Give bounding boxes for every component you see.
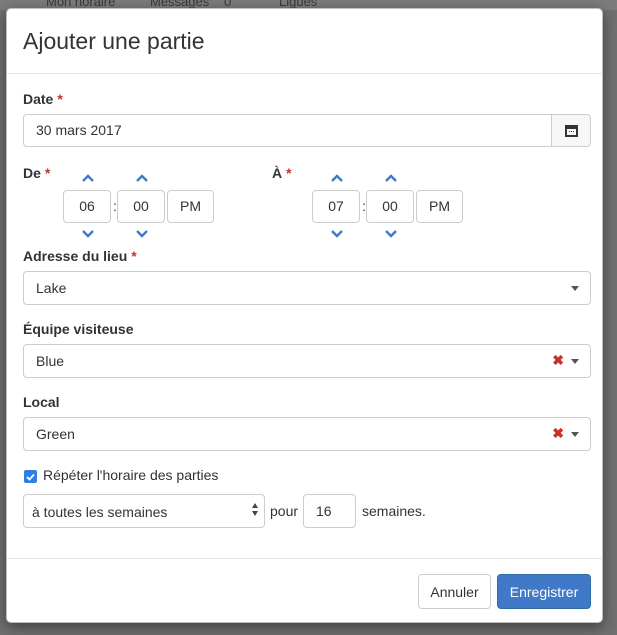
modal-title: Ajouter une partie (23, 28, 205, 54)
to-hour-up-icon[interactable] (330, 173, 344, 183)
from-meridian-button[interactable]: PM (167, 190, 214, 223)
modal-footer (7, 558, 602, 559)
visiting-team-label: Équipe visiteuse (23, 321, 134, 337)
repeat-label[interactable]: Répéter l'horaire des parties (43, 467, 218, 483)
weeks-label: semaines. (362, 503, 426, 519)
check-icon (26, 473, 35, 481)
clear-icon[interactable]: ✖ (552, 352, 564, 369)
up-down-arrows-icon (252, 503, 258, 516)
to-minute-down-icon[interactable] (384, 229, 398, 239)
chevron-down-icon (571, 432, 579, 437)
from-minute-up-icon[interactable] (135, 173, 149, 183)
chevron-down-icon (571, 359, 579, 364)
frequency-select[interactable]: à toutes les semaines (23, 494, 265, 528)
add-game-modal: Ajouter une partie Date * 30 mars 2017 De… (6, 8, 603, 623)
home-team-value: Green (36, 426, 75, 442)
required-marker: * (57, 91, 63, 107)
calendar-icon (564, 124, 578, 137)
venue-value: Lake (36, 280, 67, 296)
from-label: De * (23, 165, 51, 181)
venue-select[interactable]: Lake (23, 271, 591, 305)
date-input[interactable]: 30 mars 2017 (23, 114, 552, 147)
home-team-select[interactable]: Green ✖ (23, 417, 591, 451)
to-minute-up-icon[interactable] (384, 173, 398, 183)
to-minute-input[interactable]: 00 (366, 190, 414, 223)
required-marker: * (44, 165, 51, 181)
to-hour-input[interactable]: 07 (312, 190, 360, 223)
date-label: Date * (23, 91, 63, 107)
weeks-count-input[interactable]: 16 (303, 494, 356, 528)
clear-icon[interactable]: ✖ (552, 425, 564, 442)
frequency-value: à toutes les semaines (32, 504, 168, 520)
modal-header: Ajouter une partie (7, 9, 602, 74)
required-marker: * (131, 248, 137, 264)
home-team-label: Local (23, 394, 60, 410)
for-label: pour (270, 503, 299, 519)
chevron-down-icon (571, 286, 579, 291)
from-minute-input[interactable]: 00 (117, 190, 165, 223)
to-meridian-button[interactable]: PM (416, 190, 463, 223)
from-hour-input[interactable]: 06 (63, 190, 111, 223)
cancel-button[interactable]: Annuler (418, 574, 491, 609)
required-marker: * (286, 165, 292, 181)
calendar-button[interactable] (551, 114, 591, 147)
from-minute-down-icon[interactable] (135, 229, 149, 239)
from-hour-down-icon[interactable] (81, 229, 95, 239)
repeat-checkbox[interactable] (24, 470, 37, 483)
visiting-team-value: Blue (36, 353, 65, 369)
venue-label: Adresse du lieu * (23, 248, 137, 264)
to-label: À * (272, 165, 292, 181)
from-hour-up-icon[interactable] (81, 173, 95, 183)
visiting-team-select[interactable]: Blue ✖ (23, 344, 591, 378)
to-hour-down-icon[interactable] (330, 229, 344, 239)
save-button[interactable]: Enregistrer (497, 574, 591, 609)
